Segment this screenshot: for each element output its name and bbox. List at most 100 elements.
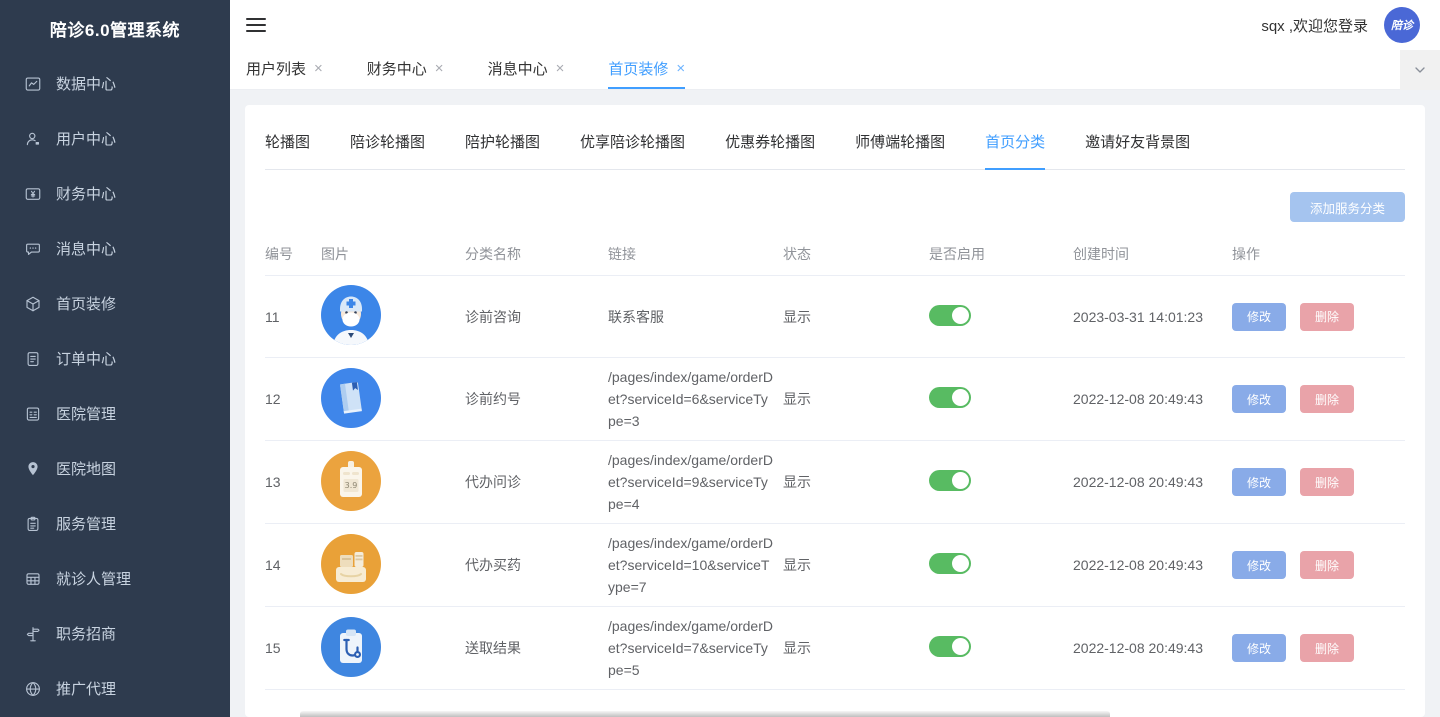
column-header-created: 创建时间	[1073, 245, 1129, 262]
close-icon[interactable]: ×	[435, 60, 444, 77]
row-enabled-cell	[929, 387, 1073, 411]
enable-toggle[interactable]	[929, 636, 971, 657]
row-image-cell	[321, 367, 465, 431]
row-enabled-cell	[929, 636, 1073, 660]
tab-coupon-carousel[interactable]: 优惠券轮播图	[725, 127, 815, 170]
row-enabled-cell	[929, 470, 1073, 494]
medicine-bag-icon	[321, 533, 381, 594]
sidebar-item-order-center[interactable]: 订单中心	[0, 331, 230, 386]
sidebar-item-data-center[interactable]: 数据中心	[0, 56, 230, 111]
hamburger-menu-icon[interactable]	[246, 18, 266, 32]
sidebar-item-user-center[interactable]: 用户中心	[0, 111, 230, 166]
sidebar-item-promotion-agent[interactable]: 推广代理	[0, 661, 230, 716]
tab-care-carousel[interactable]: 陪护轮播图	[465, 127, 540, 170]
delete-button[interactable]: 删除	[1300, 468, 1355, 496]
row-category-name: 代办问诊	[465, 474, 521, 490]
row-actions: 修改 删除	[1232, 551, 1405, 579]
header-right: sqx ,欢迎您登录 陪诊	[1261, 7, 1420, 43]
sidebar-item-job-investment[interactable]: 职务招商	[0, 606, 230, 661]
location-pin-icon	[24, 460, 42, 478]
sidebar-item-hospital-management[interactable]: 医院管理	[0, 386, 230, 441]
page-tab-label: 财务中心	[366, 61, 427, 78]
edit-button[interactable]: 修改	[1232, 302, 1287, 331]
row-status: 显示	[783, 391, 811, 407]
close-icon[interactable]: ×	[556, 60, 565, 77]
row-created-time: 2022-12-08 20:49:43	[1073, 391, 1203, 407]
toggle-knob	[952, 555, 969, 572]
row-enabled-cell	[929, 304, 1073, 329]
enable-toggle[interactable]	[929, 387, 971, 408]
close-icon[interactable]: ×	[314, 60, 323, 77]
row-id: 13	[265, 474, 281, 490]
wallet-icon	[24, 185, 42, 203]
app-logo-title: 陪诊6.0管理系统	[49, 20, 181, 40]
sidebar-item-label: 数据中心	[56, 76, 117, 93]
row-status: 显示	[783, 308, 811, 325]
row-actions: 修改 删除	[1232, 385, 1405, 413]
table-row: 14 代办买药 /pages/index/game/orderDet?servi…	[265, 524, 1405, 607]
enable-toggle[interactable]	[929, 553, 971, 574]
message-icon	[24, 240, 42, 258]
row-category-name: 诊前约号	[465, 391, 521, 407]
tab-escort-carousel[interactable]: 陪诊轮播图	[350, 127, 425, 170]
sidebar-item-label: 职务招商	[56, 626, 117, 643]
column-header-name: 分类名称	[465, 245, 521, 262]
sidebar-item-finance-center[interactable]: 财务中心	[0, 166, 230, 221]
delete-button[interactable]: 删除	[1300, 551, 1355, 579]
toggle-knob	[952, 306, 969, 324]
table-row: 13 3.9 代办问诊 /pages/index/game/orderDet?s…	[265, 441, 1405, 524]
tab-home-category[interactable]: 首页分类	[985, 127, 1046, 170]
page-tab-user-list[interactable]: 用户列表 ×	[246, 50, 323, 89]
row-status: 显示	[783, 557, 811, 573]
content-tabs: 轮播图 陪诊轮播图 陪护轮播图 优享陪诊轮播图 优惠券轮播图 师傅端轮播图 首页…	[265, 127, 1405, 170]
row-id: 15	[265, 640, 281, 656]
row-id: 12	[265, 391, 281, 407]
page-tab-finance-center[interactable]: 财务中心 ×	[367, 50, 444, 89]
sidebar-item-message-center[interactable]: 消息中心	[0, 221, 230, 276]
toolbar: 添加服务分类	[265, 192, 1405, 222]
enable-toggle[interactable]	[929, 470, 971, 491]
delete-button[interactable]: 删除	[1300, 634, 1355, 662]
appointment-book-icon	[321, 367, 381, 428]
content-card: 轮播图 陪诊轮播图 陪护轮播图 优享陪诊轮播图 优惠券轮播图 师傅端轮播图 首页…	[245, 105, 1425, 717]
edit-button[interactable]: 修改	[1232, 551, 1287, 579]
tab-carousel[interactable]: 轮播图	[265, 127, 310, 170]
edit-button[interactable]: 修改	[1232, 634, 1287, 662]
page-tab-home-decoration[interactable]: 首页装修 ×	[608, 50, 686, 89]
sidebar-item-hospital-map[interactable]: 医院地图	[0, 441, 230, 496]
add-service-category-button[interactable]: 添加服务分类	[1289, 192, 1405, 222]
page-tab-message-center[interactable]: 消息中心 ×	[488, 50, 565, 89]
tab-invite-friend-background[interactable]: 邀请好友背景图	[1085, 127, 1190, 170]
delete-button[interactable]: 删除	[1300, 385, 1355, 413]
tab-overflow-dropdown[interactable]	[1400, 50, 1440, 90]
bottom-scroll-shade	[300, 711, 1110, 717]
row-category-name: 送取结果	[465, 640, 521, 656]
column-header-id: 编号	[265, 245, 293, 262]
row-created-time: 2022-12-08 20:49:43	[1073, 640, 1203, 656]
column-header-enabled: 是否启用	[929, 245, 985, 262]
row-category-name: 诊前咨询	[465, 308, 521, 325]
row-status: 显示	[783, 474, 811, 490]
edit-button[interactable]: 修改	[1232, 385, 1287, 413]
tab-premium-escort-carousel[interactable]: 优享陪诊轮播图	[580, 127, 685, 170]
tab-master-carousel[interactable]: 师傅端轮播图	[855, 127, 945, 170]
row-actions: 修改 删除	[1232, 634, 1405, 662]
welcome-text: sqx ,欢迎您登录	[1261, 17, 1368, 35]
sidebar-item-service-management[interactable]: 服务管理	[0, 496, 230, 551]
enable-toggle[interactable]	[929, 304, 971, 326]
avatar[interactable]: 陪诊	[1384, 7, 1420, 43]
column-header-status: 状态	[783, 245, 811, 262]
row-actions: 修改 删除	[1232, 468, 1405, 496]
delete-button[interactable]: 删除	[1300, 302, 1355, 331]
row-status: 显示	[783, 640, 811, 656]
row-actions: 修改 删除	[1232, 302, 1405, 331]
edit-button[interactable]: 修改	[1232, 468, 1287, 496]
grid-icon	[24, 570, 42, 588]
close-icon[interactable]: ×	[676, 60, 685, 77]
sidebar-item-home-decoration[interactable]: 首页装修	[0, 276, 230, 331]
sidebar-item-patient-management[interactable]: 就诊人管理	[0, 551, 230, 606]
column-header-actions: 操作	[1232, 245, 1260, 262]
row-image-cell	[321, 616, 465, 680]
sidebar: 陪诊6.0管理系统 数据中心 用户中心 财务中心 消息中心 首页装修 订单中心 …	[0, 0, 230, 717]
row-image-cell	[321, 285, 465, 348]
